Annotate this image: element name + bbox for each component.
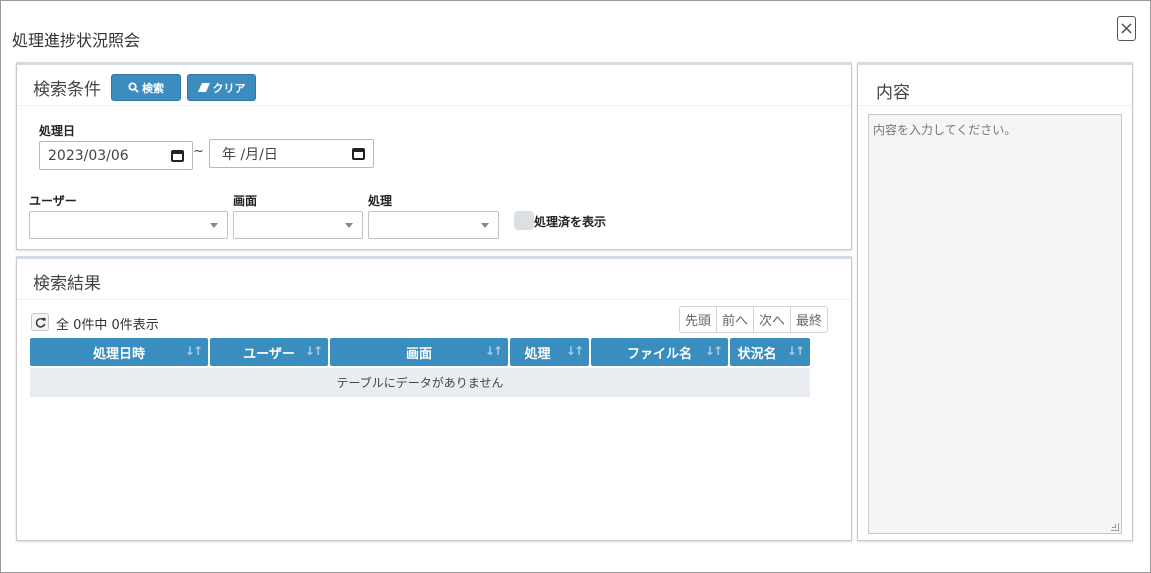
- content-panel-header: 内容: [858, 65, 1132, 106]
- dialog-title: 処理進捗状況照会: [12, 31, 141, 50]
- calendar-icon[interactable]: [352, 148, 365, 160]
- sort-icon: ↓↑: [704, 344, 723, 358]
- screen-label: 画面: [233, 194, 258, 208]
- process-select[interactable]: [368, 211, 499, 239]
- refresh-button[interactable]: [31, 313, 49, 331]
- column-header-label: ファイル名: [626, 346, 692, 362]
- clear-button[interactable]: クリア: [187, 74, 256, 101]
- column-header-label: 画面: [405, 346, 432, 362]
- column-header-screen[interactable]: 画面 ↓↑: [330, 338, 508, 366]
- pager-first[interactable]: 先頭: [680, 307, 718, 332]
- calendar-icon[interactable]: [171, 150, 184, 162]
- refresh-icon: [35, 317, 46, 328]
- column-header-label: 処理: [524, 346, 551, 362]
- close-icon: ×: [1118, 17, 1135, 39]
- results-panel-header: 検索結果: [17, 259, 851, 300]
- date-label: 処理日: [39, 124, 76, 138]
- chevron-down-icon: [345, 223, 353, 228]
- user-select[interactable]: [29, 211, 228, 239]
- column-header-datetime[interactable]: 処理日時 ↓↑: [30, 338, 208, 366]
- search-icon: [128, 82, 139, 93]
- results-panel-title: 検索結果: [33, 274, 101, 294]
- dialog: 処理進捗状況照会 × 検索条件 検索 クリア 処理日 2023/03/06 ~ …: [0, 0, 1151, 573]
- resize-handle-icon[interactable]: [1111, 523, 1119, 531]
- content-textarea[interactable]: 内容を入力してください。: [868, 114, 1122, 534]
- empty-table-message: テーブルにデータがありません: [30, 368, 810, 397]
- search-panel-title: 検索条件: [33, 80, 101, 100]
- pagination: 先頭 前へ 次へ 最終: [679, 306, 829, 333]
- pager-last[interactable]: 最終: [791, 307, 827, 332]
- chevron-down-icon: [210, 223, 218, 228]
- date-to-placeholder: 年 /月/日: [222, 146, 278, 163]
- search-button[interactable]: 検索: [111, 74, 181, 101]
- column-header-user[interactable]: ユーザー ↓↑: [210, 338, 328, 366]
- user-label: ユーザー: [29, 194, 77, 208]
- sort-icon: ↓↑: [184, 344, 203, 358]
- chevron-down-icon: [481, 223, 489, 228]
- eraser-icon: [197, 83, 210, 92]
- sort-icon: ↓↑: [484, 344, 503, 358]
- date-from-input[interactable]: 2023/03/06: [39, 141, 193, 170]
- clear-button-label: クリア: [212, 81, 246, 95]
- sort-icon: ↓↑: [565, 344, 584, 358]
- results-panel: 検索結果: [16, 256, 852, 541]
- pager-prev[interactable]: 前へ: [717, 307, 755, 332]
- range-separator: ~: [193, 144, 204, 159]
- process-label: 処理: [368, 194, 393, 208]
- column-header-process[interactable]: 処理 ↓↑: [510, 338, 589, 366]
- content-placeholder: 内容を入力してください。: [873, 123, 1017, 137]
- column-header-label: 状況名: [737, 346, 777, 362]
- result-count: 全 0件中 0件表示: [56, 318, 159, 333]
- close-button[interactable]: ×: [1117, 16, 1136, 41]
- date-from-value: 2023/03/06: [48, 147, 129, 164]
- show-processed-label: 処理済を表示: [534, 215, 607, 229]
- date-to-input[interactable]: 年 /月/日: [209, 139, 374, 168]
- column-header-status[interactable]: 状況名 ↓↑: [730, 338, 810, 366]
- column-header-label: 処理日時: [92, 346, 145, 362]
- search-button-label: 検索: [142, 81, 164, 95]
- content-panel-title: 内容: [876, 83, 910, 103]
- screen-select[interactable]: [233, 211, 363, 239]
- pager-next[interactable]: 次へ: [754, 307, 792, 332]
- column-header-filename[interactable]: ファイル名 ↓↑: [591, 338, 728, 366]
- sort-icon: ↓↑: [304, 344, 323, 358]
- show-processed-toggle[interactable]: [514, 211, 534, 230]
- column-header-label: ユーザー: [243, 346, 295, 362]
- sort-icon: ↓↑: [786, 344, 805, 358]
